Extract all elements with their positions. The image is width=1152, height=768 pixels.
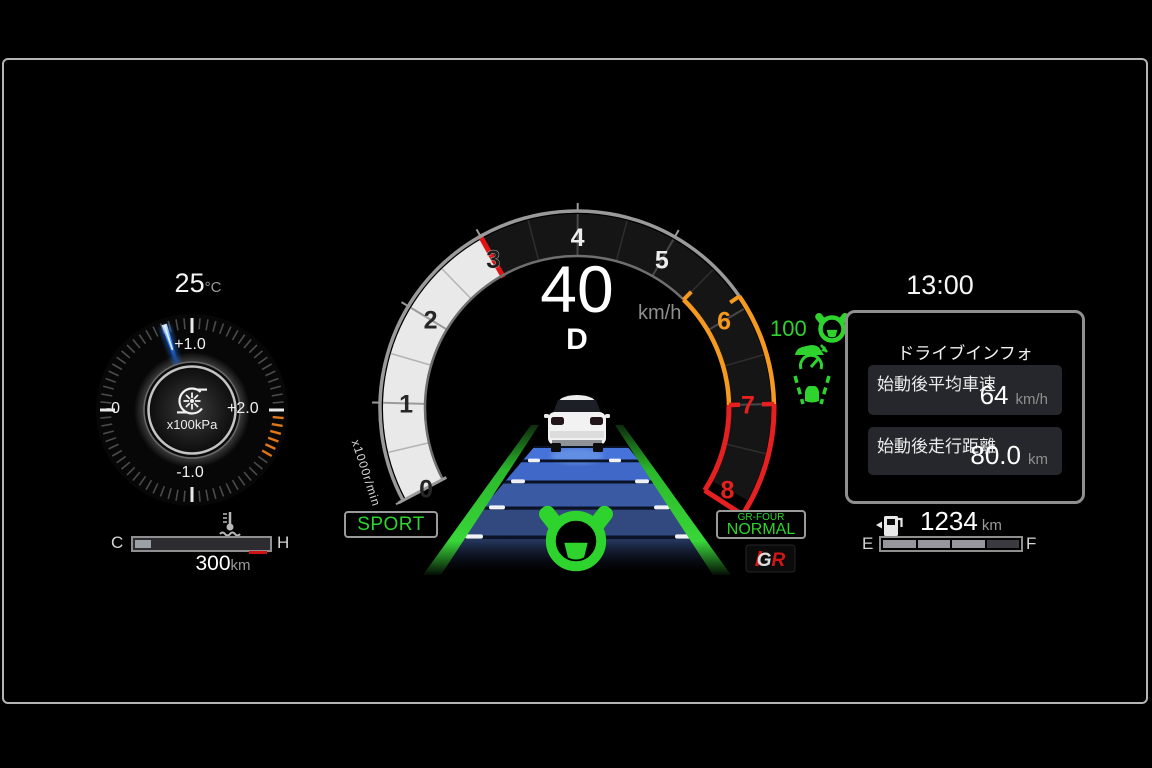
fuel-max-label: F [1026, 534, 1036, 554]
boost-label-left: -0 [88, 400, 120, 418]
outside-temp-value: 25 [175, 268, 205, 298]
odometer-value: 300 [195, 552, 230, 575]
speed-value: 40 [492, 256, 662, 322]
odometer-unit: km [231, 557, 251, 574]
boost-label-bottom: -1.0 [158, 464, 222, 482]
row-value: 80.0 [970, 440, 1021, 471]
coolant-level-fill [135, 540, 151, 548]
awd-mode-badge: GR-FOUR NORMAL [716, 510, 806, 539]
clock: 13:00 [888, 270, 992, 301]
drive-info-row-distance: 始動後走行距離 80.0 km [868, 427, 1062, 475]
row-unit: km [1028, 451, 1048, 468]
outside-temperature: 25°C [146, 268, 250, 299]
fuel-min-label: E [862, 534, 873, 554]
gear-indicator: D [536, 323, 618, 357]
fuel-level-bar [879, 536, 1023, 552]
fuel-segment [952, 540, 985, 548]
range-value: 1234 [920, 506, 978, 537]
set-speed-value: 100 [770, 316, 807, 342]
coolant-temp-bar [131, 536, 272, 552]
range-unit: km [982, 517, 1002, 534]
drive-info-title: ドライブインフォ [848, 339, 1082, 364]
fuel-segment [987, 540, 1020, 548]
awd-mode-label: NORMAL [718, 523, 804, 537]
odometer: 300km [166, 552, 280, 576]
drive-info-row-average-speed: 始動後平均車速 64 km/h [868, 365, 1062, 415]
coolant-min-label: C [111, 533, 123, 553]
boost-label-top: +1.0 [158, 336, 222, 354]
drive-info-panel: ドライブインフォ 始動後平均車速 64 km/h 始動後走行距離 80.0 km [845, 310, 1085, 504]
row-value: 64 [980, 380, 1009, 411]
fuel-segment [883, 540, 916, 548]
boost-unit-label: x100kPa [152, 417, 232, 432]
fuel-range: 1234km [920, 506, 1002, 537]
row-unit: km/h [1015, 391, 1048, 408]
fuel-segment [918, 540, 951, 548]
drive-mode-badge: SPORT [344, 511, 438, 538]
coolant-max-label: H [277, 533, 289, 553]
speed-unit: km/h [638, 302, 681, 325]
row-label: 始動後平均車速 [877, 370, 996, 395]
instrument-cluster: 012345678 [0, 0, 1152, 768]
boost-label-right: +2.0 [227, 400, 259, 418]
outside-temp-unit: °C [205, 279, 222, 296]
